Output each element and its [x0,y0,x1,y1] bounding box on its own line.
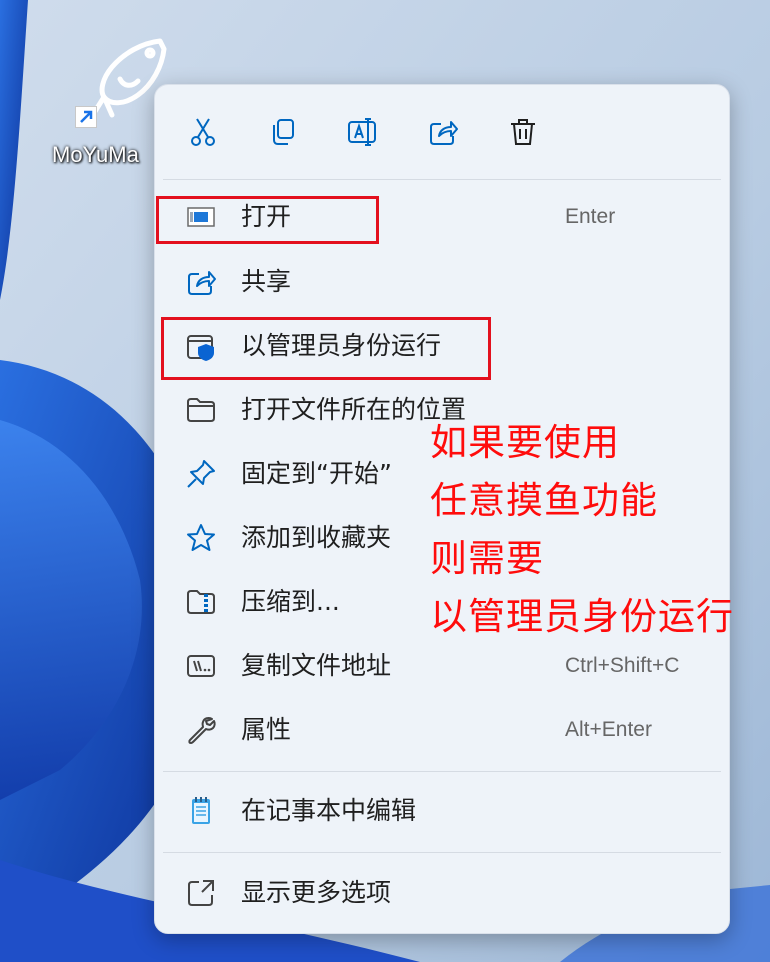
menu-separator [163,852,721,853]
menu-item-label: 复制文件地址 [241,651,392,680]
menu-item-label: 添加到收藏夹 [241,523,392,552]
rename-icon [348,118,376,146]
trash-icon [511,119,535,145]
menu-item-shortcut: Ctrl+Shift+C [565,654,680,677]
menu-separator [163,771,721,772]
menu-item-show-more-options[interactable]: 显示更多选项 [163,865,721,921]
pin-icon [187,460,215,488]
annotation-line: 以管理员身份运行 [430,595,734,638]
highlight-box-open [156,196,379,244]
copy-path-icon [187,655,215,677]
menu-item-label: 显示更多选项 [241,878,392,907]
menu-item-share[interactable]: 共享 [163,254,721,310]
delete-button[interactable] [497,107,549,157]
copy-button[interactable] [257,107,309,157]
toolbar-separator [163,179,721,180]
menu-item-label: 固定到“开始” [241,459,392,488]
more-options-icon [188,880,214,906]
annotation-line: 如果要使用 [430,421,620,464]
share-icon [188,271,216,295]
cut-button[interactable] [177,107,229,157]
menu-item-shortcut: Alt+Enter [565,718,652,741]
shortcut-arrow-icon [75,106,97,128]
annotation-line: 则需要 [430,537,544,580]
menu-item-edit-notepad[interactable]: 在记事本中编辑 [163,783,721,839]
share-icon [430,121,458,145]
folder-icon [187,398,215,422]
annotation-text: 如果要使用 任意摸鱼功能 则需要 以管理员身份运行 [430,414,770,646]
menu-item-label: 压缩到... [241,587,340,616]
shortcut-label: MoYuMa [52,142,139,167]
highlight-box-run-as-admin [161,317,491,380]
menu-item-shortcut: Enter [565,205,616,228]
share-button[interactable] [417,107,469,157]
menu-item-copy-path[interactable]: 复制文件地址 Ctrl+Shift+C [163,638,721,694]
wrench-icon [188,717,216,744]
copy-icon [273,119,294,145]
annotation-line: 任意摸鱼功能 [430,479,658,522]
menu-item-label: 属性 [241,715,292,744]
menu-item-properties[interactable]: 属性 Alt+Enter [163,702,721,758]
notepad-icon [192,797,210,824]
scissors-icon [191,118,215,146]
star-icon [187,524,215,551]
menu-item-label: 共享 [241,267,292,296]
menu-item-label: 在记事本中编辑 [241,796,417,825]
rename-button[interactable] [337,107,389,157]
zip-folder-icon [187,590,215,614]
